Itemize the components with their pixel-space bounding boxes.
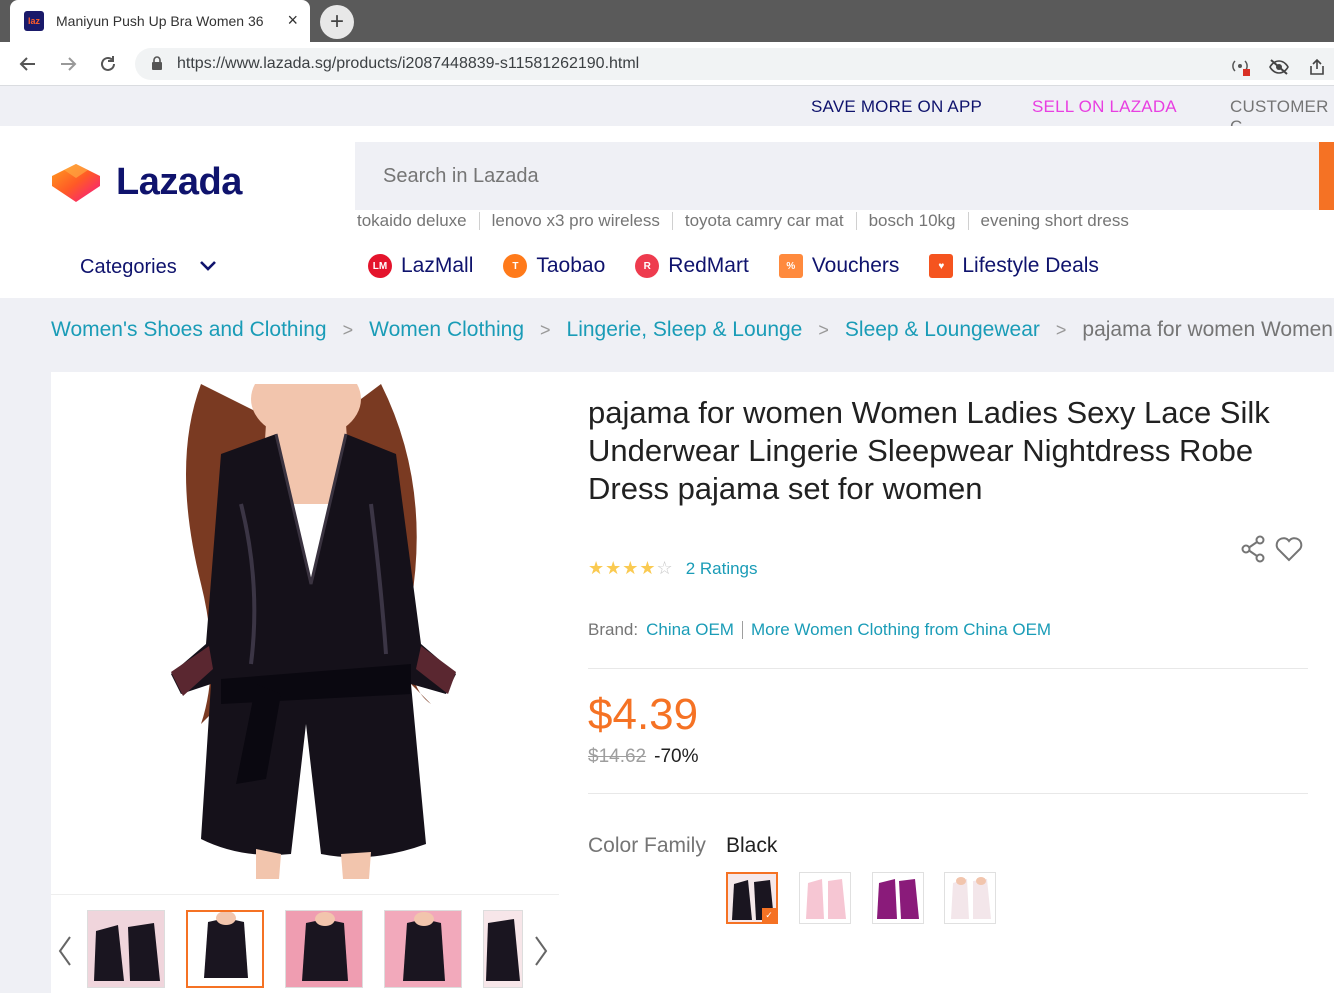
color-swatch-purple[interactable]	[872, 872, 924, 924]
new-tab-button[interactable]: +	[320, 5, 354, 39]
rating-row: ★★★★☆ 2 Ratings	[588, 558, 758, 579]
categories-dropdown[interactable]: Categories	[80, 256, 217, 279]
logo-text: Lazada	[116, 160, 242, 203]
taobao-icon: T	[503, 254, 528, 278]
product-gallery	[51, 372, 559, 993]
product-detail-panel: pajama for women Women Ladies Sexy Lace …	[51, 372, 1334, 993]
brand-row: Brand: China OEM More Women Clothing fro…	[588, 620, 1051, 640]
forward-arrow-icon[interactable]	[56, 52, 80, 76]
chevron-right-icon: >	[1055, 319, 1067, 340]
redmart-icon: R	[635, 254, 660, 278]
color-family-label: Color Family	[588, 834, 706, 857]
lock-icon	[151, 55, 163, 73]
lazada-favicon-icon: laz	[24, 11, 44, 31]
reload-icon[interactable]	[96, 52, 120, 76]
chevron-right-icon: >	[818, 319, 829, 340]
channel-taobao[interactable]: T Taobao	[503, 254, 605, 278]
divider	[741, 621, 743, 639]
color-swatch-white[interactable]	[944, 872, 996, 924]
chevron-right-icon: >	[540, 319, 551, 340]
selected-color: Black	[726, 834, 778, 857]
channel-lifestyle-deals[interactable]: ♥ Lifestyle Deals	[929, 254, 1099, 278]
more-from-brand-link[interactable]: More Women Clothing from China OEM	[751, 620, 1051, 640]
channel-label: Taobao	[536, 254, 606, 277]
check-icon: ✓	[762, 908, 776, 922]
save-more-on-app-link[interactable]: SAVE MORE ON APP	[811, 97, 982, 117]
url-text: https://www.lazada.sg/products/i20874488…	[177, 55, 640, 72]
thumbnail-strip	[51, 894, 559, 993]
close-tab-icon[interactable]: ×	[287, 10, 298, 31]
product-main-image[interactable]	[51, 384, 559, 879]
suggestion-link[interactable]: evening short dress	[967, 212, 1141, 230]
divider	[588, 793, 1308, 794]
thumbnail-image[interactable]	[483, 910, 523, 988]
chevron-left-icon[interactable]	[57, 935, 73, 976]
thumbnail-image[interactable]	[384, 910, 462, 988]
rating-stars-icon: ★★★★☆	[588, 558, 674, 578]
channel-label: LazMall	[401, 254, 474, 277]
channel-redmart[interactable]: R RedMart	[635, 254, 749, 278]
original-price: $14.62	[588, 746, 647, 767]
product-title: pajama for women Women Ladies Sexy Lace …	[588, 395, 1270, 506]
ratings-link[interactable]: 2 Ratings	[686, 559, 758, 579]
chevron-right-icon[interactable]	[533, 935, 549, 976]
chevron-right-icon: >	[342, 319, 354, 340]
thumbnail-image[interactable]	[285, 910, 363, 988]
lazada-heart-icon	[52, 164, 100, 202]
top-links-bar: SAVE MORE ON APP SELL ON LAZADA CUSTOMER…	[0, 87, 1334, 136]
lazmall-icon: LM	[368, 254, 392, 278]
divider	[588, 668, 1308, 669]
lifestyle-deals-icon: ♥	[929, 254, 954, 278]
thumbnail-image[interactable]	[87, 910, 165, 988]
sell-on-lazada-link[interactable]: SELL ON LAZADA	[1032, 97, 1177, 117]
categories-label: Categories	[80, 256, 177, 278]
search-box	[355, 142, 1334, 210]
blocked-permission-icon[interactable]	[1230, 56, 1252, 78]
sale-price: $4.39	[588, 690, 699, 739]
wishlist-heart-icon[interactable]	[1274, 534, 1304, 564]
suggestion-link[interactable]: toyota camry car mat	[671, 212, 856, 230]
suggestion-link[interactable]: lenovo x3 pro wireless	[478, 212, 672, 230]
voucher-icon: %	[778, 254, 803, 278]
search-input[interactable]	[355, 142, 1319, 210]
color-swatch-pink[interactable]	[799, 872, 851, 924]
lazada-logo[interactable]: Lazada	[50, 160, 242, 204]
browser-toolbar: https://www.lazada.sg/products/i20874488…	[0, 42, 1334, 86]
tracking-blocked-icon[interactable]	[1268, 56, 1290, 78]
color-swatch-black[interactable]: ✓	[726, 872, 778, 924]
share-page-icon[interactable]	[1306, 56, 1328, 78]
url-bar[interactable]: https://www.lazada.sg/products/i20874488…	[135, 48, 1334, 80]
browser-tabbar: laz Maniyun Push Up Bra Women 36 × +	[0, 0, 1334, 42]
suggestion-link[interactable]: bosch 10kg	[855, 212, 968, 230]
breadcrumb-current: pajama for women Women La	[1082, 318, 1334, 341]
breadcrumb-link[interactable]: Women's Shoes and Clothing	[51, 318, 327, 342]
browser-tab[interactable]: laz Maniyun Push Up Bra Women 36 ×	[10, 0, 310, 42]
channel-label: Vouchers	[811, 254, 900, 277]
original-price-row: $14.62 -70%	[588, 746, 698, 768]
site-header: Lazada tokaido deluxe lenovo x3 pro wire…	[0, 126, 1334, 298]
channel-nav: LM LazMall T Taobao R RedMart % Vouchers…	[368, 254, 1129, 278]
search-suggestions: tokaido deluxe lenovo x3 pro wireless to…	[357, 212, 1141, 230]
brand-label: Brand:	[588, 620, 639, 639]
chevron-down-icon	[199, 259, 217, 277]
thumbnail-image-selected[interactable]	[186, 910, 264, 988]
channel-vouchers[interactable]: % Vouchers	[778, 254, 900, 278]
breadcrumb: Women's Shoes and Clothing > Women Cloth…	[51, 318, 1334, 342]
discount-percent: -70%	[654, 746, 699, 767]
breadcrumb-link[interactable]: Lingerie, Sleep & Lounge	[567, 318, 803, 342]
channel-lazmall[interactable]: LM LazMall	[368, 254, 473, 278]
breadcrumb-link[interactable]: Sleep & Loungewear	[845, 318, 1040, 342]
channel-label: Lifestyle Deals	[962, 254, 1099, 277]
suggestion-link[interactable]: tokaido deluxe	[357, 212, 479, 230]
channel-label: RedMart	[668, 254, 749, 277]
search-button[interactable]	[1319, 142, 1334, 210]
brand-link[interactable]: China OEM	[646, 620, 734, 640]
back-arrow-icon[interactable]	[16, 52, 40, 76]
breadcrumb-link[interactable]: Women Clothing	[369, 318, 524, 342]
share-icon[interactable]	[1238, 534, 1268, 564]
tab-title: Maniyun Push Up Bra Women 36	[56, 13, 264, 29]
